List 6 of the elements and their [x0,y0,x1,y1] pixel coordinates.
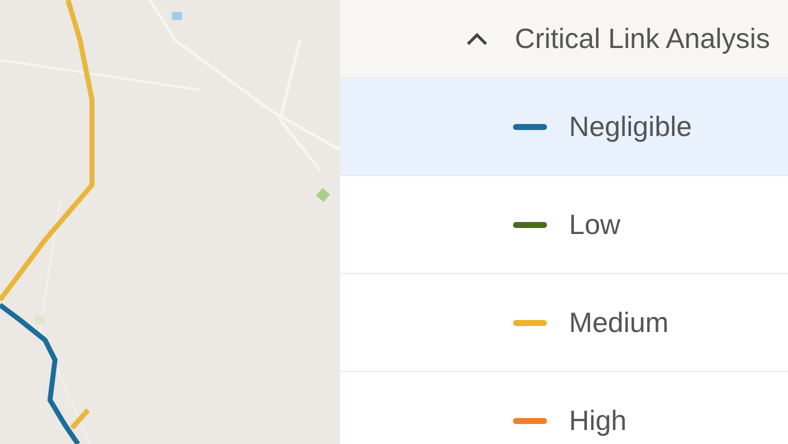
legend-item[interactable]: High [340,372,788,444]
chevron-up-icon [464,30,489,46]
legend-header[interactable]: Critical Link Analysis [340,0,788,78]
legend-item[interactable]: Medium [340,274,788,372]
legend-item[interactable]: Low [340,176,788,274]
legend-item[interactable]: Negligible [340,78,788,176]
